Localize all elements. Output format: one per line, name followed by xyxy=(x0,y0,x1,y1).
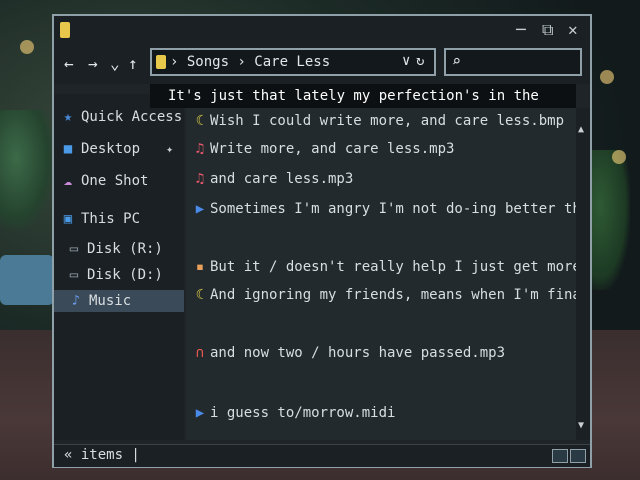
file-name: and care less.mp3 xyxy=(210,171,354,187)
close-button[interactable]: ✕ xyxy=(568,20,578,39)
refresh-button[interactable]: ↻ xyxy=(416,53,424,69)
sidebar-item-label: Disk (R:) xyxy=(87,241,163,257)
sidebar-item-label: Disk (D:) xyxy=(87,267,163,283)
tiles-view-button[interactable] xyxy=(570,449,586,463)
file-list: ☾ Wish I could write more, and care less.… xyxy=(186,108,576,440)
file-name: Wish I could write more, and care less.b… xyxy=(210,113,565,129)
sidebar-item-disk-r[interactable]: ▭ Disk (R:) xyxy=(66,238,163,260)
status-bar: « items | xyxy=(54,444,590,467)
disk-icon: ▭ xyxy=(69,241,79,257)
sidebar-item-this-pc[interactable]: ▣ This PC xyxy=(60,208,140,230)
file-name: But it / doesn't really help I just get … xyxy=(210,259,576,275)
cloud-icon: ☁ xyxy=(63,173,73,189)
moon-icon: ☾ xyxy=(195,287,205,303)
play-icon: ▶ xyxy=(195,201,205,217)
file-name: and now two / hours have passed.mp3 xyxy=(210,345,506,361)
moon-icon: ☾ xyxy=(195,113,205,129)
background-light xyxy=(612,150,626,164)
headphones-icon: ∩ xyxy=(195,345,205,361)
sidebar-item-desktop[interactable]: ■ Desktop xyxy=(60,138,140,160)
back-button[interactable]: ← xyxy=(64,54,74,73)
audio-icon: ♫ xyxy=(195,141,205,157)
search-input[interactable]: ⌕ xyxy=(444,48,582,76)
music-note-icon: ♪ xyxy=(71,293,81,309)
lyric-caption: It's just that lately my perfection's in… xyxy=(150,84,576,108)
sidebar-item-label: Music xyxy=(89,293,132,309)
file-item[interactable]: ☾ And ignoring my friends, means when I'm… xyxy=(192,284,576,306)
forward-button[interactable]: → xyxy=(88,54,98,73)
maximize-button[interactable]: ⧉ xyxy=(542,20,553,40)
navigation-pane: ★ Quick Access ■ Desktop ✦ ☁ One Shot ▣ This PC ▭… xyxy=(54,94,184,440)
desktop-icon: ■ xyxy=(63,141,73,157)
file-item[interactable]: ♫ Write more, and care less.mp3 xyxy=(192,138,455,160)
folder-icon xyxy=(156,55,166,69)
toolbar: ← → ⌄ ↑ › Songs › Care Less ∨ ↻ ⌕ xyxy=(54,44,590,84)
file-name: i guess to/morrow.midi xyxy=(210,405,396,421)
sidebar-item-music[interactable]: ♪ Music xyxy=(54,290,184,312)
sidebar-item-disk-d[interactable]: ▭ Disk (D:) xyxy=(66,264,163,286)
item-count: « items | xyxy=(64,447,140,463)
play-icon: ▶ xyxy=(195,405,205,421)
background-plant-left xyxy=(0,110,54,230)
sidebar-item-label: Desktop xyxy=(81,141,141,157)
scroll-up-icon[interactable]: ▲ xyxy=(578,124,584,135)
disk-icon: ▭ xyxy=(69,267,79,283)
scrollbar[interactable]: ▲ ▼ xyxy=(576,108,590,440)
title-bar: ─ ⧉ ✕ xyxy=(54,16,590,44)
audio-icon: ♫ xyxy=(195,171,205,187)
file-name: Write more, and care less.mp3 xyxy=(210,141,455,157)
background-light xyxy=(20,40,34,54)
file-item[interactable]: ♫ and care less.mp3 xyxy=(192,168,354,190)
minimize-button[interactable]: ─ xyxy=(516,20,526,39)
file-item[interactable]: ∩ and now two / hours have passed.mp3 xyxy=(192,342,505,364)
file-explorer-window: ─ ⧉ ✕ ← → ⌄ ↑ › Songs › Care Less ∨ ↻ ⌕ … xyxy=(52,14,592,468)
address-bar[interactable]: › Songs › Care Less ∨ ↻ xyxy=(150,48,436,76)
background-cushion xyxy=(0,255,54,305)
details-view-button[interactable] xyxy=(552,449,568,463)
background-light xyxy=(600,70,614,84)
sidebar-item-one-shot[interactable]: ☁ One Shot xyxy=(60,170,149,192)
image-icon: ▪ xyxy=(195,259,205,275)
sidebar-item-label: Quick Access xyxy=(81,109,183,125)
recent-locations-button[interactable]: ⌄ xyxy=(110,54,120,73)
file-name: Sometimes I'm angry I'm not do-ing bette… xyxy=(210,201,576,217)
computer-icon: ▣ xyxy=(63,211,73,227)
pin-icon[interactable]: ✦ xyxy=(166,142,173,156)
address-path: › Songs › Care Less xyxy=(170,54,331,70)
file-item[interactable]: ▶ Sometimes I'm angry I'm not do-ing bett… xyxy=(192,198,576,220)
file-name: And ignoring my friends, means when I'm … xyxy=(210,287,576,303)
sidebar-item-quick-access[interactable]: ★ Quick Access xyxy=(60,106,182,128)
sidebar-item-label: This PC xyxy=(81,211,141,227)
pin-icon: ★ xyxy=(63,109,73,125)
sidebar-item-label: One Shot xyxy=(81,173,149,189)
scroll-down-icon[interactable]: ▼ xyxy=(578,420,584,431)
up-button[interactable]: ↑ xyxy=(128,54,138,73)
file-item[interactable]: ▪ But it / doesn't really help I just get… xyxy=(192,256,576,278)
file-item[interactable]: ▶ i guess to/morrow.midi xyxy=(192,402,396,424)
file-item[interactable]: ☾ Wish I could write more, and care less.… xyxy=(192,110,564,132)
address-dropdown-button[interactable]: ∨ xyxy=(402,53,410,69)
search-icon: ⌕ xyxy=(452,52,462,70)
folder-icon xyxy=(60,22,70,38)
